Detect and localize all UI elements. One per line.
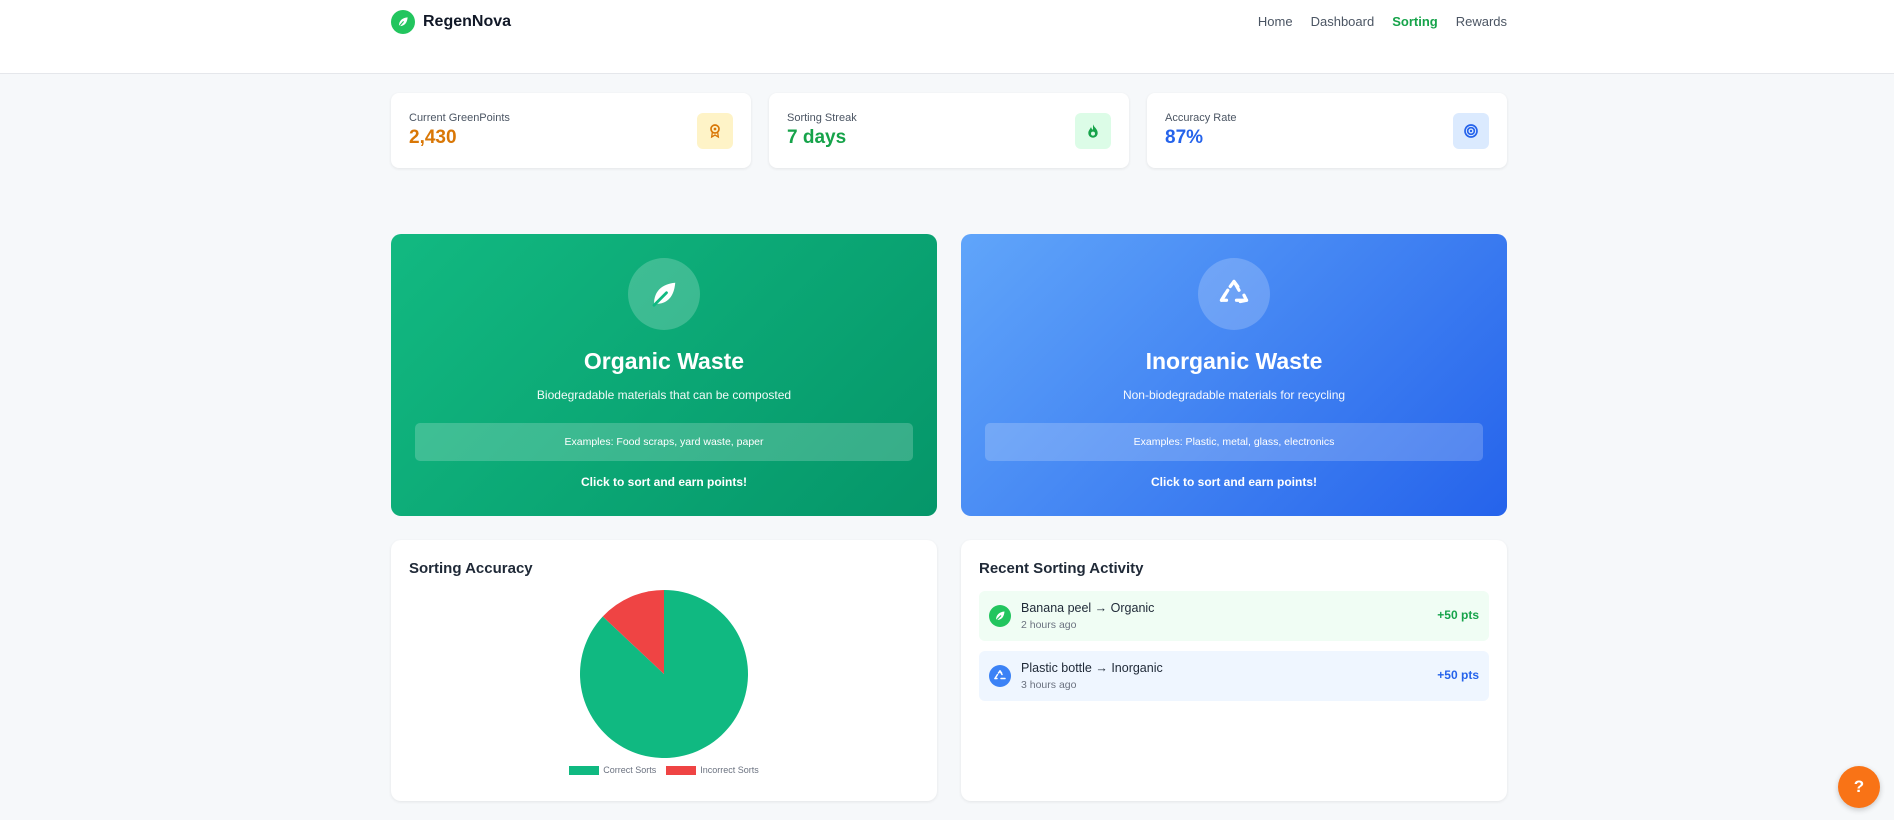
legend-swatch — [569, 765, 600, 775]
card-cta: Click to sort and earn points! — [1150, 475, 1318, 489]
card-examples: Examples: Plastic, metal, glass, electro… — [985, 423, 1483, 461]
accuracy-panel: Sorting Accuracy Correct Sorts Incorrect… — [391, 540, 937, 801]
activity-points: +50 pts — [1437, 668, 1479, 682]
stat-label: Sorting Streak — [787, 112, 857, 124]
legend-item-correct: Correct Sorts — [569, 765, 656, 775]
leaf-icon — [989, 605, 1011, 627]
stat-label: Accuracy Rate — [1165, 112, 1237, 124]
card-title: Inorganic Waste — [1145, 348, 1323, 374]
nav-home[interactable]: Home — [1258, 14, 1293, 29]
accuracy-pie-chart — [580, 590, 748, 758]
card-title: Organic Waste — [583, 348, 745, 374]
legend-label: Incorrect Sorts — [700, 765, 759, 775]
stat-value: 7 days — [787, 127, 847, 148]
leaf-icon — [628, 258, 700, 330]
nav-dashboard[interactable]: Dashboard — [1311, 14, 1375, 29]
legend-item-incorrect: Incorrect Sorts — [666, 765, 759, 775]
card-description: Non-biodegradable materials for recyclin… — [1122, 388, 1346, 402]
stat-accuracy: Accuracy Rate 87% — [1147, 93, 1507, 168]
recycle-icon — [989, 665, 1011, 687]
activity-name: Banana peel → Organic — [1021, 601, 1155, 615]
card-examples: Examples: Food scraps, yard waste, paper — [415, 423, 913, 461]
card-description: Biodegradable materials that can be comp… — [536, 388, 792, 402]
award-icon — [697, 113, 733, 149]
help-button[interactable]: ? — [1838, 766, 1880, 808]
panel-title: Sorting Accuracy — [409, 560, 533, 577]
activity-item: Banana peel → Organic 2 hours ago +50 pt… — [979, 591, 1489, 641]
legend-label: Correct Sorts — [603, 765, 657, 775]
organic-waste-card[interactable]: Organic Waste Biodegradable materials th… — [391, 234, 937, 516]
top-navbar: RegenNova Home Dashboard Sorting Rewards — [0, 0, 1894, 74]
activity-item: Plastic bottle → Inorganic 3 hours ago +… — [979, 651, 1489, 701]
legend-swatch — [666, 765, 697, 775]
leaf-icon — [391, 10, 415, 34]
brand-logo[interactable]: RegenNova — [391, 10, 511, 34]
stat-value: 2,430 — [409, 127, 457, 148]
panel-title: Recent Sorting Activity — [979, 560, 1144, 577]
inorganic-waste-card[interactable]: Inorganic Waste Non-biodegradable materi… — [961, 234, 1507, 516]
nav-sorting[interactable]: Sorting — [1392, 14, 1438, 29]
stat-label: Current GreenPoints — [409, 112, 510, 124]
recent-activity-panel: Recent Sorting Activity Banana peel → Or… — [961, 540, 1507, 801]
fire-icon — [1075, 113, 1111, 149]
activity-time: 2 hours ago — [1021, 619, 1077, 631]
chart-legend: Correct Sorts Incorrect Sorts — [391, 765, 937, 775]
target-icon — [1453, 113, 1489, 149]
stat-value: 87% — [1165, 127, 1204, 148]
brand-name: RegenNova — [423, 13, 512, 30]
card-cta: Click to sort and earn points! — [580, 475, 748, 489]
nav-rewards[interactable]: Rewards — [1456, 14, 1507, 29]
recycle-icon — [1198, 258, 1270, 330]
activity-name: Plastic bottle → Inorganic — [1021, 661, 1163, 675]
stat-streak: Sorting Streak 7 days — [769, 93, 1129, 168]
pie-chart-area — [391, 584, 937, 794]
stat-greenpoints: Current GreenPoints 2,430 — [391, 93, 751, 168]
activity-time: 3 hours ago — [1021, 679, 1077, 691]
activity-points: +50 pts — [1437, 608, 1479, 622]
main-nav: Home Dashboard Sorting Rewards — [1258, 14, 1507, 29]
